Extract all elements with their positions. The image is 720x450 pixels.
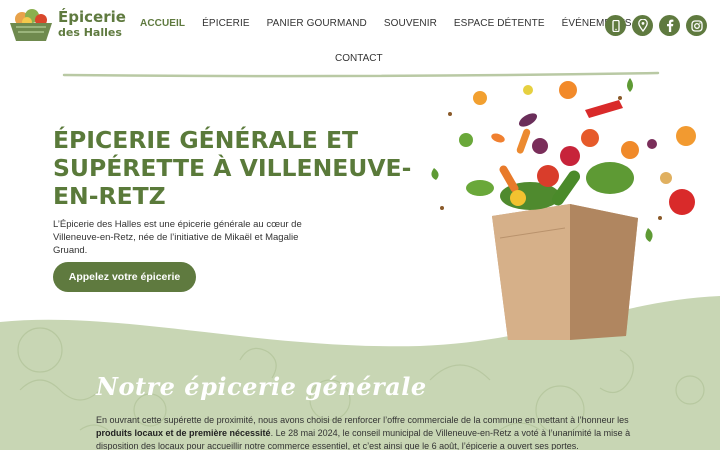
main-nav: ACCUEIL ÉPICERIE PANIER GOURMAND SOUVENI… bbox=[140, 18, 649, 29]
section-title: Notre épicerie générale bbox=[96, 372, 427, 401]
section-text-part-1: En ouvrant cette supérette de proximité,… bbox=[96, 415, 629, 425]
section-text-bold: produits locaux et de première nécessité bbox=[96, 428, 271, 438]
main-nav-row-2: CONTACT bbox=[335, 48, 383, 66]
paper-bag-vegetables-image bbox=[431, 78, 696, 340]
hero-title: ÉPICERIE GÉNÉRALE ET SUPÉRETTE À VILLENE… bbox=[53, 126, 412, 210]
logo-text: Épicerie des Halles bbox=[58, 10, 126, 40]
section-text: En ouvrant cette supérette de proximité,… bbox=[96, 414, 636, 450]
logo-line-2: des Halles bbox=[58, 26, 122, 39]
logo-line-1: Épicerie bbox=[58, 8, 126, 26]
site-header: Épicerie des Halles ACCUEIL ÉPICERIE PAN… bbox=[0, 0, 720, 70]
nav-item-panier-gourmand[interactable]: PANIER GOURMAND bbox=[267, 18, 367, 29]
nav-item-contact[interactable]: CONTACT bbox=[335, 53, 383, 64]
social-links bbox=[605, 15, 707, 36]
basket-logo-icon bbox=[8, 7, 54, 43]
nav-item-espace-detente[interactable]: ESPACE DÉTENTE bbox=[454, 18, 545, 29]
facebook-icon[interactable] bbox=[659, 15, 680, 36]
map-pin-icon[interactable] bbox=[632, 15, 653, 36]
nav-item-souvenir[interactable]: SOUVENIR bbox=[384, 18, 437, 29]
call-shop-button[interactable]: Appelez votre épicerie bbox=[53, 262, 196, 292]
instagram-icon[interactable] bbox=[686, 15, 707, 36]
nav-item-epicerie[interactable]: ÉPICERIE bbox=[202, 18, 249, 29]
site-logo[interactable]: Épicerie des Halles bbox=[8, 6, 126, 44]
nav-item-accueil[interactable]: ACCUEIL bbox=[140, 18, 185, 29]
phone-icon[interactable] bbox=[605, 15, 626, 36]
hero-description: L’Épicerie des Halles est une épicerie g… bbox=[53, 219, 302, 256]
